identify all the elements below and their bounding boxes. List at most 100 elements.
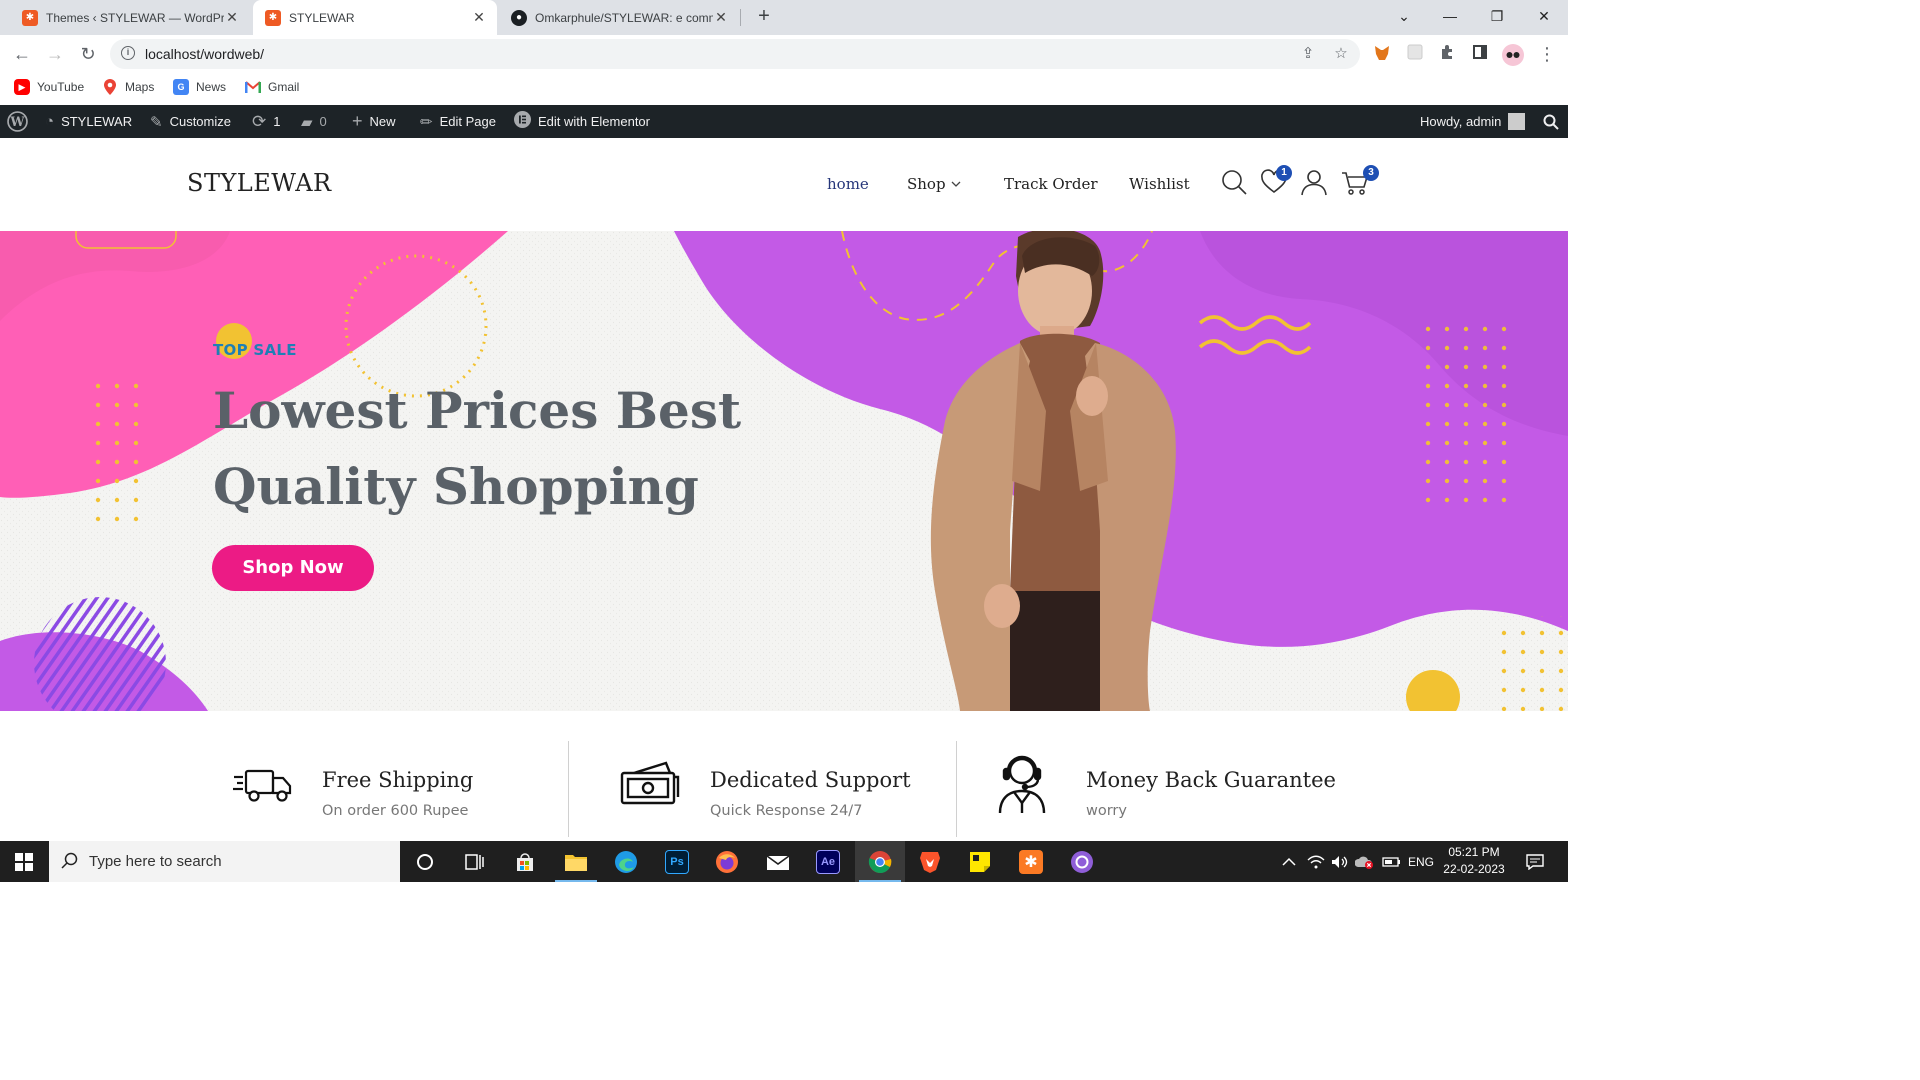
volume-icon[interactable] <box>1331 841 1349 882</box>
tab-stylewar[interactable]: ✱ STYLEWAR ✕ <box>253 0 497 35</box>
hero-title: Lowest Prices Best Quality Shopping <box>213 373 773 525</box>
taskbar-clock[interactable]: 05:21 PM 22-02-2023 <box>1434 844 1514 878</box>
nav-shop[interactable]: Shop <box>907 175 961 193</box>
taskbar-search-box[interactable]: Type here to search <box>49 841 400 882</box>
brave-browser-icon[interactable] <box>905 841 955 882</box>
nav-home[interactable]: home <box>827 175 869 193</box>
photoshop-icon[interactable]: Ps <box>652 841 702 882</box>
close-window-button[interactable]: ✕ <box>1524 0 1564 32</box>
plus-icon: + <box>352 111 363 131</box>
metamask-extension-icon[interactable] <box>1372 44 1392 64</box>
tab-title: Themes ‹ STYLEWAR — WordPress <box>46 10 224 25</box>
new-label: New <box>369 114 396 129</box>
feature-subtitle: Quick Response 24/7 <box>710 803 863 819</box>
admin-site-link[interactable]: ◔ STYLEWAR <box>45 105 132 138</box>
cart-icon[interactable]: 3 <box>1341 165 1379 196</box>
bookmark-news[interactable]: G News <box>173 79 226 95</box>
site-tab-favicon-icon: ✱ <box>265 9 281 26</box>
address-bar[interactable]: i localhost/wordweb/ ⇪ ☆ <box>110 39 1360 69</box>
site-info-icon[interactable]: i <box>121 46 135 60</box>
nav-wishlist[interactable]: Wishlist <box>1129 175 1190 193</box>
battery-icon[interactable] <box>1382 841 1402 882</box>
edge-browser-icon[interactable] <box>601 841 651 882</box>
after-effects-icon[interactable]: Ae <box>803 841 853 882</box>
feature-title: Free Shipping <box>322 768 474 792</box>
comment-bubble-icon: ▰ <box>301 113 313 131</box>
pencil-icon: ✏ <box>420 113 433 131</box>
account-user-icon[interactable] <box>1300 168 1328 196</box>
file-explorer-icon[interactable] <box>551 841 601 882</box>
notifications-icon[interactable] <box>1526 841 1544 882</box>
bookmark-maps[interactable]: Maps <box>102 79 154 95</box>
comments-count: 0 <box>319 114 327 129</box>
tab-close-icon[interactable]: ✕ <box>224 9 240 26</box>
wp-admin-bar: W ◔ STYLEWAR ✎ Customize ⟳ 1 ▰ 0 + New ✏… <box>0 105 1568 138</box>
tab-close-icon[interactable]: ✕ <box>471 9 487 26</box>
sticky-notes-icon[interactable] <box>955 841 1005 882</box>
task-view-icon[interactable] <box>450 841 500 882</box>
bookmark-label: News <box>196 80 227 94</box>
cortana-icon[interactable] <box>400 841 450 882</box>
svg-text:W: W <box>9 114 25 129</box>
chrome-icon[interactable] <box>855 841 905 882</box>
taskbar-search-placeholder: Type here to search <box>89 853 222 870</box>
language-indicator[interactable]: ENG <box>1408 841 1434 882</box>
minimize-button[interactable]: — <box>1430 0 1470 32</box>
admin-new-link[interactable]: + New <box>352 105 396 138</box>
admin-comments-link[interactable]: ▰ 0 <box>301 105 327 138</box>
onedrive-error-icon[interactable] <box>1355 841 1375 882</box>
tray-overflow-chevron-icon[interactable] <box>1282 841 1296 882</box>
wishlist-heart-icon[interactable]: 1 <box>1260 165 1292 196</box>
nav-track-order[interactable]: Track Order <box>1004 175 1098 193</box>
microsoft-store-icon[interactable] <box>500 841 550 882</box>
search-icon[interactable] <box>1220 168 1248 196</box>
xampp-icon[interactable]: ✱ <box>1006 841 1056 882</box>
forward-button[interactable]: → <box>43 42 67 66</box>
github-desktop-icon[interactable] <box>1057 841 1107 882</box>
new-tab-button[interactable]: + <box>752 4 776 28</box>
brush-icon: ✎ <box>150 113 163 131</box>
side-panel-icon[interactable] <box>1470 44 1490 64</box>
extensions-puzzle-icon[interactable] <box>1437 44 1457 64</box>
bookmark-gmail[interactable]: Gmail <box>245 79 299 95</box>
tab-themes[interactable]: ✱ Themes ‹ STYLEWAR — WordPress ✕ <box>10 0 250 35</box>
tab-close-icon[interactable]: ✕ <box>713 9 729 26</box>
site-logo[interactable]: STYLEWAR <box>187 169 332 197</box>
features-strip: Free Shipping On order 600 Rupee Dedicat… <box>0 711 1568 841</box>
mail-icon[interactable] <box>753 841 803 882</box>
bookmark-youtube[interactable]: ▶ YouTube <box>14 79 84 95</box>
firefox-icon[interactable] <box>702 841 752 882</box>
start-button[interactable] <box>0 841 48 882</box>
share-icon[interactable]: ⇪ <box>1298 44 1318 64</box>
reload-button[interactable]: ↻ <box>76 42 100 66</box>
profile-avatar-icon[interactable] <box>1502 44 1524 66</box>
back-button[interactable]: ← <box>10 42 34 66</box>
tab-title: STYLEWAR <box>289 10 355 25</box>
tab-search-chevron-icon[interactable]: ⌄ <box>1384 0 1424 32</box>
url-text[interactable]: localhost/wordweb/ <box>145 46 264 62</box>
browser-toolbar: ← → ↻ i localhost/wordweb/ ⇪ ☆ ⋮ <box>0 35 1568 73</box>
delivery-truck-icon <box>232 751 296 815</box>
admin-search-icon[interactable] <box>1543 105 1559 138</box>
wifi-icon[interactable] <box>1307 841 1325 882</box>
admin-edit-page-link[interactable]: ✏ Edit Page <box>420 105 496 138</box>
admin-customize-link[interactable]: ✎ Customize <box>150 105 231 138</box>
browser-menu-icon[interactable]: ⋮ <box>1537 44 1557 64</box>
admin-elementor-link[interactable]: Edit with Elementor <box>514 105 650 138</box>
hero-title-line-1: Lowest Prices Best <box>213 381 742 440</box>
admin-updates-link[interactable]: ⟳ 1 <box>252 105 280 138</box>
tab-github[interactable]: ● Omkarphule/STYLEWAR: e comm ✕ <box>499 0 739 35</box>
news-icon: G <box>173 79 189 95</box>
bookmarks-bar: ▶ YouTube Maps G News Gmail <box>0 73 1568 105</box>
admin-avatar <box>1508 113 1526 130</box>
admin-account-link[interactable]: Howdy, admin <box>1420 105 1526 138</box>
clock-time: 05:21 PM <box>1448 845 1500 859</box>
wordpress-logo-icon[interactable]: W <box>7 105 28 138</box>
hero-eyebrow: TOP SALE <box>213 341 297 359</box>
extension-icon[interactable] <box>1405 44 1425 64</box>
maximize-button[interactable]: ❐ <box>1477 0 1517 32</box>
shop-now-button[interactable]: Shop Now <box>212 545 374 591</box>
hero-banner: TOP SALE Lowest Prices Best Quality Shop… <box>0 231 1568 711</box>
bookmark-star-icon[interactable]: ☆ <box>1331 44 1351 64</box>
tab-separator <box>740 9 741 26</box>
